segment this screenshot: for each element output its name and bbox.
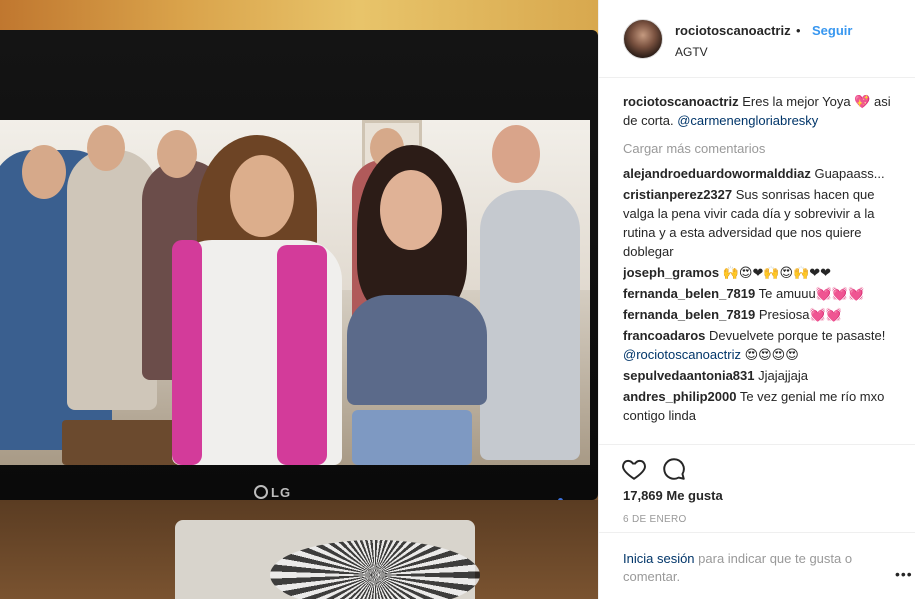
login-prompt: Inicia sesión para indicar que te gusta … bbox=[623, 550, 883, 586]
post-photo: LG bbox=[0, 0, 598, 599]
comment-username[interactable]: joseph_gramos bbox=[623, 265, 719, 280]
comment-item: joseph_gramos 🙌😍❤🙌😍🙌❤❤ bbox=[623, 263, 901, 282]
comment-mention[interactable]: @rociotoscanoactriz bbox=[623, 347, 741, 362]
location-link[interactable]: AGTV bbox=[675, 45, 708, 59]
footer-divider bbox=[599, 532, 915, 533]
comment-username[interactable]: fernanda_belen_7819 bbox=[623, 286, 755, 301]
load-more-comments-button[interactable]: Cargar más comentarios bbox=[623, 141, 901, 156]
comment-item: sepulvedaantonia831 Jjajajjaja bbox=[623, 366, 901, 385]
comment-username[interactable]: sepulvedaantonia831 bbox=[623, 368, 755, 383]
comment-item: francoadaros Devuelvete porque te pasast… bbox=[623, 326, 901, 364]
comment-username[interactable]: alejandroeduardowormalddiaz bbox=[623, 166, 811, 181]
separator-dot: • bbox=[796, 23, 801, 38]
post-sidebar: rociotoscanoactriz • Seguir AGTV rocioto… bbox=[598, 0, 915, 599]
comment-item: andres_philip2000 Te vez genial me río m… bbox=[623, 387, 901, 425]
login-link[interactable]: Inicia sesión bbox=[623, 551, 695, 566]
comments-list: rociotoscanoactriz Eres la mejor Yoya 💖 … bbox=[623, 92, 901, 444]
comment-text-after: 😍😍😍😍 bbox=[740, 347, 799, 362]
caption-username[interactable]: rociotoscanoactriz bbox=[623, 94, 739, 109]
comment-item: fernanda_belen_7819 Presiosa💓💓 bbox=[623, 305, 901, 324]
comment-text: Guapaass... bbox=[814, 166, 885, 181]
avatar[interactable] bbox=[623, 19, 663, 59]
follow-button[interactable]: Seguir bbox=[812, 23, 852, 38]
comment-username[interactable]: andres_philip2000 bbox=[623, 389, 736, 404]
caption: rociotoscanoactriz Eres la mejor Yoya 💖 … bbox=[623, 92, 901, 130]
comment-text: Jjajajjaja bbox=[758, 368, 808, 383]
comment-username[interactable]: cristianperez2327 bbox=[623, 187, 732, 202]
comment-item: fernanda_belen_7819 Te amuuu💓💓💓 bbox=[623, 284, 901, 303]
comment-text: Te amuuu💓💓💓 bbox=[758, 286, 865, 301]
tv-screen bbox=[0, 120, 590, 465]
comment-text: Devuelvete porque te pasaste! bbox=[709, 328, 886, 343]
comment-text: Presiosa💓💓 bbox=[758, 307, 842, 322]
comment-item: alejandroeduardowormalddiaz Guapaass... bbox=[623, 164, 901, 183]
comment-item: cristianperez2327 Sus sonrisas hacen que… bbox=[623, 185, 901, 261]
heart-outline-icon[interactable] bbox=[621, 456, 647, 482]
ellipsis-icon[interactable]: ••• bbox=[895, 566, 913, 582]
actions-divider bbox=[599, 444, 915, 445]
speech-bubble-icon[interactable] bbox=[661, 456, 687, 482]
post-date: 6 DE ENERO bbox=[623, 514, 687, 525]
header-username[interactable]: rociotoscanoactriz bbox=[675, 23, 791, 38]
comment-text: 🙌😍❤🙌😍🙌❤❤ bbox=[722, 265, 832, 280]
post-header: rociotoscanoactriz • Seguir AGTV bbox=[599, 0, 915, 78]
caption-mention[interactable]: @carmenengloriabresky bbox=[677, 113, 818, 128]
comment-username[interactable]: francoadaros bbox=[623, 328, 705, 343]
tv-monitor: LG bbox=[0, 30, 598, 503]
likes-count[interactable]: 17,869 Me gusta bbox=[623, 488, 723, 503]
comment-username[interactable]: fernanda_belen_7819 bbox=[623, 307, 755, 322]
